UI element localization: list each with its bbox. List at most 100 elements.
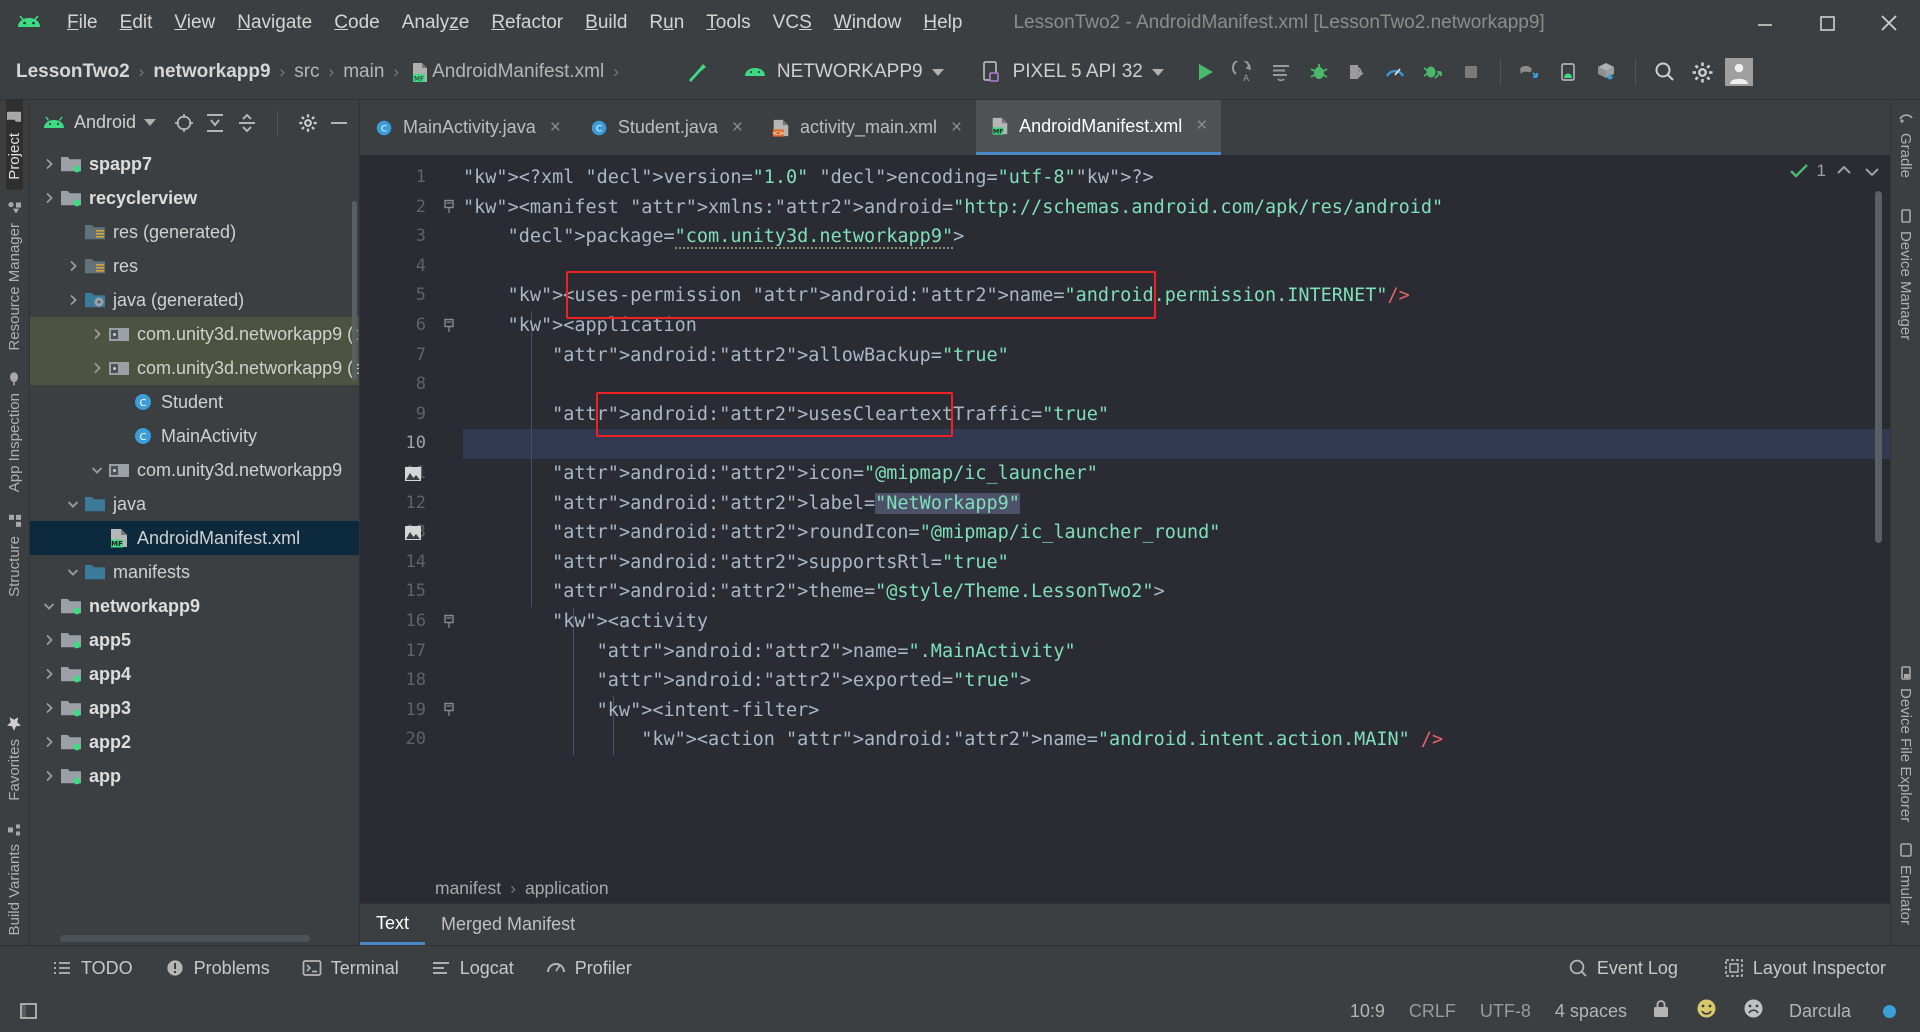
tree-expand-arrow-icon[interactable] bbox=[110, 425, 132, 447]
fold-marker[interactable] bbox=[435, 696, 463, 726]
attach-debugger-icon[interactable] bbox=[1338, 53, 1376, 91]
select-opened-file-icon[interactable] bbox=[172, 110, 196, 136]
fold-marker[interactable] bbox=[435, 429, 463, 459]
fold-marker[interactable] bbox=[435, 163, 463, 193]
settings-gear-icon[interactable] bbox=[296, 110, 320, 136]
project-tree-scrollbar[interactable] bbox=[352, 201, 357, 381]
menu-analyze[interactable]: Analyze bbox=[391, 9, 481, 37]
tree-node-res-generated[interactable]: res (generated) bbox=[30, 215, 359, 249]
project-tree-hscrollbar[interactable] bbox=[60, 935, 310, 942]
menu-code[interactable]: Code bbox=[323, 9, 390, 37]
feedback-happy-icon[interactable] bbox=[1695, 997, 1718, 1025]
fold-marker[interactable] bbox=[435, 577, 463, 607]
tool-todo[interactable]: TODO bbox=[40, 954, 145, 983]
tree-expand-arrow-icon[interactable] bbox=[38, 187, 60, 209]
tree-expand-arrow-icon[interactable] bbox=[62, 493, 84, 515]
rerun-icon[interactable] bbox=[1262, 53, 1300, 91]
fold-marker[interactable] bbox=[435, 666, 463, 696]
search-everywhere-icon[interactable] bbox=[1646, 53, 1684, 91]
tool-problems[interactable]: Problems bbox=[153, 954, 282, 983]
device-selector[interactable]: PIXEL 5 API 32 bbox=[978, 53, 1164, 91]
theme-name[interactable]: Darcula bbox=[1789, 1001, 1851, 1022]
tree-expand-arrow-icon[interactable] bbox=[38, 153, 60, 175]
hide-window-icon[interactable] bbox=[14, 1000, 44, 1022]
editor-tab-androidmanifest-xml[interactable]: MF AndroidManifest.xml × bbox=[976, 100, 1222, 155]
menu-help[interactable]: Help bbox=[912, 9, 973, 37]
hide-icon[interactable] bbox=[327, 110, 351, 136]
fold-marker[interactable] bbox=[435, 725, 463, 755]
fold-marker[interactable] bbox=[435, 222, 463, 252]
image-preview-icon[interactable] bbox=[402, 523, 422, 543]
caret-position[interactable]: 10:9 bbox=[1350, 1001, 1385, 1022]
tree-node-app5[interactable]: app5 bbox=[30, 623, 359, 657]
tree-expand-arrow-icon[interactable] bbox=[38, 595, 60, 617]
menu-navigate[interactable]: Navigate bbox=[226, 9, 323, 37]
tree-expand-arrow-icon[interactable] bbox=[110, 391, 132, 413]
indent-setting[interactable]: 4 spaces bbox=[1555, 1001, 1627, 1022]
tree-node-student[interactable]: C Student bbox=[30, 385, 359, 419]
tree-expand-arrow-icon[interactable] bbox=[62, 561, 84, 583]
tree-node-res[interactable]: res bbox=[30, 249, 359, 283]
menu-build[interactable]: Build bbox=[574, 9, 638, 37]
tree-node-androidmanifest-xml[interactable]: MF AndroidManifest.xml bbox=[30, 521, 359, 555]
rail-item-project[interactable]: Project bbox=[6, 100, 23, 190]
line-separator[interactable]: CRLF bbox=[1409, 1001, 1456, 1022]
close-tab-icon[interactable]: × bbox=[951, 117, 962, 139]
fold-marker[interactable] bbox=[435, 637, 463, 667]
tree-node-java-generated[interactable]: java (generated) bbox=[30, 283, 359, 317]
breadcrumb-file[interactable]: AndroidManifest.xml bbox=[432, 61, 604, 83]
close-tab-icon[interactable]: × bbox=[732, 117, 743, 139]
editor-vertical-scrollbar[interactable] bbox=[1875, 191, 1882, 543]
fold-marker[interactable] bbox=[435, 607, 463, 637]
settings-gear-icon[interactable] bbox=[1684, 53, 1722, 91]
user-avatar-icon[interactable] bbox=[1722, 53, 1756, 91]
rail-item-structure[interactable]: Structure bbox=[6, 503, 23, 607]
breadcrumb-main[interactable]: main bbox=[343, 61, 384, 83]
fold-marker[interactable] bbox=[435, 400, 463, 430]
tree-node-networkapp9[interactable]: networkapp9 bbox=[30, 589, 359, 623]
tree-node-recyclerview[interactable]: recyclerview bbox=[30, 181, 359, 215]
sdk-manager-icon[interactable] bbox=[1587, 53, 1625, 91]
breadcrumb-manifest[interactable]: manifest bbox=[435, 878, 501, 899]
tree-expand-arrow-icon[interactable] bbox=[38, 765, 60, 787]
chevron-down-icon[interactable] bbox=[144, 119, 157, 126]
project-tree[interactable]: spapp7 recyclerview res (generated) res java… bbox=[30, 145, 359, 945]
tool-event-log[interactable]: Event Log bbox=[1556, 954, 1690, 983]
chevron-down-icon[interactable] bbox=[931, 68, 944, 76]
tree-expand-arrow-icon[interactable] bbox=[62, 221, 84, 243]
tree-node-com-unity3d-networkapp9-androidtest[interactable]: com.unity3d.networkapp9 (androidTest) bbox=[30, 351, 359, 385]
editor-tab-activity-main-xml[interactable]: <> activity_main.xml × bbox=[757, 100, 976, 155]
tree-expand-arrow-icon[interactable] bbox=[86, 323, 108, 345]
read-only-lock-icon[interactable] bbox=[1651, 998, 1671, 1025]
tree-expand-arrow-icon[interactable] bbox=[38, 629, 60, 651]
device-manager-icon[interactable] bbox=[1549, 53, 1587, 91]
fold-marker[interactable] bbox=[435, 311, 463, 341]
breadcrumb-project[interactable]: LessonTwo2 bbox=[16, 61, 130, 83]
file-encoding[interactable]: UTF-8 bbox=[1480, 1001, 1531, 1022]
build-hammer-icon[interactable] bbox=[678, 53, 716, 91]
tree-node-mainactivity[interactable]: C MainActivity bbox=[30, 419, 359, 453]
tool-terminal[interactable]: Terminal bbox=[290, 954, 411, 983]
code-content[interactable]: "kw"><?xml "decl">version="1.0" "decl">e… bbox=[463, 155, 1890, 873]
tree-expand-arrow-icon[interactable] bbox=[38, 663, 60, 685]
maximize-icon[interactable] bbox=[1796, 0, 1858, 45]
menu-run[interactable]: Run bbox=[638, 9, 695, 37]
tree-node-app2[interactable]: app2 bbox=[30, 725, 359, 759]
feedback-sad-icon[interactable] bbox=[1742, 997, 1765, 1025]
tree-node-com-unity3d-networkapp9-test[interactable]: com.unity3d.networkapp9 (test) bbox=[30, 317, 359, 351]
run-with-coverage-icon[interactable]: A bbox=[1224, 53, 1262, 91]
project-view-title[interactable]: Android bbox=[74, 112, 136, 133]
editor-tab-mainactivity-java[interactable]: C MainActivity.java × bbox=[360, 100, 575, 155]
debug-icon[interactable] bbox=[1300, 53, 1338, 91]
tree-expand-arrow-icon[interactable] bbox=[86, 527, 108, 549]
chevron-up-icon[interactable] bbox=[1834, 161, 1854, 181]
tree-node-spapp7[interactable]: spapp7 bbox=[30, 147, 359, 181]
tool-layout-inspector[interactable]: Layout Inspector bbox=[1712, 954, 1898, 983]
collapse-all-icon[interactable] bbox=[235, 110, 259, 136]
close-tab-icon[interactable]: × bbox=[1196, 115, 1207, 137]
fold-marker[interactable] bbox=[435, 459, 463, 489]
tree-expand-arrow-icon[interactable] bbox=[38, 731, 60, 753]
tree-expand-arrow-icon[interactable] bbox=[62, 289, 84, 311]
tool-profiler[interactable]: Profiler bbox=[534, 954, 644, 983]
fold-marker[interactable] bbox=[435, 281, 463, 311]
